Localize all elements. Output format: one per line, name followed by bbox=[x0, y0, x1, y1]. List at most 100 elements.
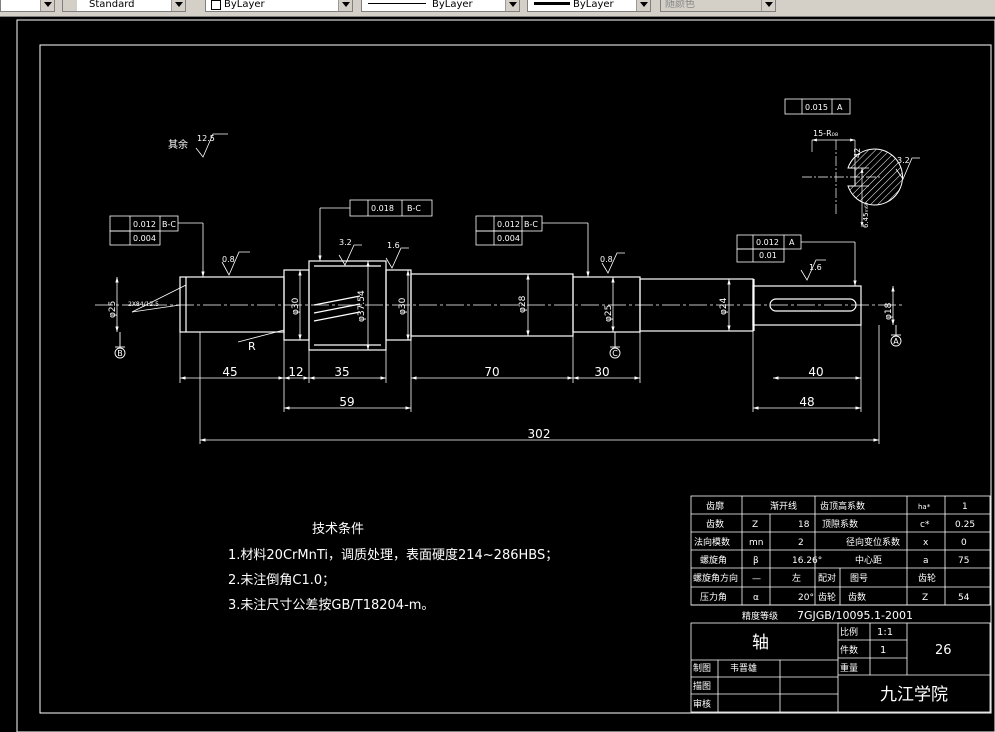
note-2: 2.未注倒角C1.0； bbox=[228, 573, 335, 588]
drawing-frame bbox=[16, 19, 995, 732]
fcf-mid-2: 0.004 bbox=[497, 234, 520, 243]
lineweight-preview-icon bbox=[534, 2, 570, 5]
datum-b-label: B bbox=[117, 349, 123, 358]
text-style-dropdown[interactable]: Standard bbox=[62, 0, 186, 12]
fcf-mid-1-datum: B-C bbox=[524, 220, 538, 229]
gear-cell: 压力角 bbox=[700, 591, 727, 603]
len-35: 35 bbox=[334, 365, 349, 379]
chevron-down-icon[interactable] bbox=[505, 0, 519, 11]
gear-cell: 螺旋角方向 bbox=[693, 572, 738, 584]
len-12: 12 bbox=[288, 365, 303, 379]
gear-cell: 径向变位系数 bbox=[846, 536, 900, 548]
fcf-mid-1: 0.012 bbox=[497, 220, 520, 229]
roughness-5: 1.6 bbox=[809, 263, 822, 272]
dia-24-label: φ24 bbox=[719, 297, 729, 315]
datum-a-label: A bbox=[893, 337, 899, 346]
gear-cell: 2 bbox=[798, 538, 804, 548]
scale-value: 1:1 bbox=[877, 627, 893, 638]
dia-18-label: φ18 bbox=[884, 302, 894, 320]
plotstyle-value: 随颜色 bbox=[665, 0, 695, 10]
fcf-right-2: 0.01 bbox=[759, 251, 777, 260]
len-30: 30 bbox=[594, 365, 609, 379]
roughness-1: 0.8 bbox=[222, 255, 235, 264]
checker-label: 审核 bbox=[693, 698, 711, 710]
roughness-other: 12.5 bbox=[197, 134, 215, 143]
gear-table-cells: 齿廓 渐开线 齿顶高系数 ha* 1 齿数 Z 18 顶隙系数 c* 0.25 … bbox=[693, 500, 975, 622]
len-70: 70 bbox=[484, 365, 499, 379]
linetype-dropdown[interactable]: ByLayer bbox=[361, 0, 520, 12]
chevron-down-icon[interactable] bbox=[171, 0, 185, 11]
fcf-texts: 0.012 B-C 0.004 0.018 B-C 0.012 B-C 0.00… bbox=[133, 103, 843, 260]
gear-cell: 18 bbox=[798, 520, 810, 530]
roughness-labels: 其余 12.5 0.8 3.2 1.6 0.8 1.6 3.2 bbox=[168, 134, 910, 272]
gear-cell: 配对 bbox=[818, 572, 836, 584]
title-block-text: 轴 比例 1:1 件数 1 重量 26 制图 韦晋雄 描图 审核 九江学院 bbox=[693, 626, 952, 710]
color-swatch-icon bbox=[211, 0, 221, 10]
gear-cell: 0.25 bbox=[955, 520, 975, 530]
fcf-right-1: 0.012 bbox=[756, 238, 779, 247]
fcf-gear-datum: B-C bbox=[407, 204, 421, 213]
precision-label: 精度等级 bbox=[742, 610, 778, 622]
fcf-left-1: 0.012 bbox=[133, 220, 156, 229]
key-width-label: 15-R₀₈ bbox=[813, 129, 838, 138]
datum-symbols bbox=[114, 325, 902, 359]
linetype-preview-icon bbox=[368, 3, 426, 4]
gear-cell: ha* bbox=[918, 503, 931, 511]
gear-cell: mn bbox=[749, 538, 763, 548]
chevron-down-icon[interactable] bbox=[761, 0, 775, 11]
scale-label: 比例 bbox=[840, 626, 858, 638]
fcf-key: 0.015 bbox=[805, 103, 828, 112]
gear-cell: c* bbox=[920, 520, 930, 530]
gear-cell: 螺旋角 bbox=[700, 554, 727, 566]
gear-cell: 20° bbox=[798, 593, 814, 603]
gear-cell: a bbox=[923, 556, 929, 566]
fcf-key-datum: A bbox=[837, 103, 843, 112]
note-3: 3.未注尺寸公差按GB/T18204-m。 bbox=[228, 598, 434, 613]
linetype-value: ByLayer bbox=[432, 0, 473, 10]
datum-c-label: C bbox=[612, 349, 618, 358]
fcf-right-1-datum: A bbox=[789, 238, 795, 247]
gear-cell: 齿顶高系数 bbox=[820, 500, 865, 512]
gear-cell: 1 bbox=[962, 502, 968, 512]
gear-cell: Z bbox=[922, 593, 928, 603]
gear-cell: 54 bbox=[958, 593, 970, 603]
roughness-2: 3.2 bbox=[339, 238, 352, 247]
key-bottom-dim: 6.45ₘ₆₉ bbox=[862, 202, 870, 228]
designer-label: 制图 bbox=[693, 662, 711, 674]
gear-cell: Z bbox=[752, 520, 758, 530]
fcf-left-1-datum: B-C bbox=[162, 220, 176, 229]
len-48: 48 bbox=[799, 395, 814, 409]
key-depth-tag: 42 bbox=[853, 148, 862, 158]
other-surfaces-label: 其余 bbox=[168, 138, 188, 151]
layer-color-dropdown[interactable]: ByLayer bbox=[205, 0, 353, 12]
qty-value: 1 bbox=[880, 645, 886, 656]
gear-cell: 齿数 bbox=[848, 591, 866, 603]
gear-cell: 左 bbox=[792, 572, 801, 584]
chevron-down-icon[interactable] bbox=[40, 0, 54, 11]
text-style-icon bbox=[63, 0, 77, 11]
chamfer-label: 2X84/12.5 bbox=[128, 301, 159, 308]
len-302: 302 bbox=[528, 427, 551, 441]
plotstyle-dropdown[interactable]: 随颜色 bbox=[660, 0, 776, 12]
len-59: 59 bbox=[339, 395, 354, 409]
fillet-label: R bbox=[248, 340, 256, 353]
color-value: ByLayer bbox=[224, 0, 265, 10]
gear-cell: 齿廓 bbox=[706, 500, 724, 512]
len-45: 45 bbox=[222, 365, 237, 379]
toolbar-dropdown-left[interactable] bbox=[0, 0, 55, 12]
chevron-down-icon[interactable] bbox=[338, 0, 352, 11]
gear-cell: 齿轮 bbox=[818, 591, 836, 603]
chevron-down-icon[interactable] bbox=[636, 0, 650, 11]
note-1: 1.材料20CrMnTi，调质处理，表面硬度214~286HBS； bbox=[228, 547, 558, 563]
length-labels: 45 12 35 70 30 40 59 48 302 bbox=[222, 365, 823, 441]
roughness-3: 1.6 bbox=[387, 241, 400, 250]
dia-left-label: φ25 bbox=[108, 301, 118, 318]
datum-labels: B C A bbox=[117, 337, 899, 358]
lineweight-dropdown[interactable]: ByLayer bbox=[527, 0, 651, 12]
technical-notes: 技术条件 1.材料20CrMnTi，调质处理，表面硬度214~286HBS； 2… bbox=[228, 521, 558, 613]
drawing-canvas[interactable]: φ25 φ30 φ37.54 φ30 φ28 φ25 φ24 φ18 2X84/… bbox=[0, 16, 995, 732]
fcf-gear: 0.018 bbox=[371, 204, 394, 213]
drafter-label: 描图 bbox=[693, 680, 711, 692]
gear-cell: x bbox=[923, 538, 929, 548]
gear-cell: 法向模数 bbox=[694, 536, 730, 548]
